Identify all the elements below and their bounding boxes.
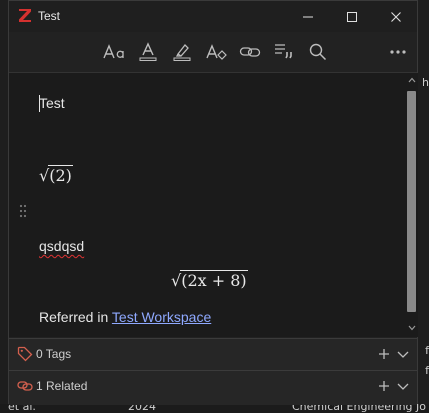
note-window: Test Test √(2) qsdqsd √(2x + 8) Referred… bbox=[8, 0, 418, 405]
add-tag-button[interactable] bbox=[377, 346, 391, 362]
referred-prefix: Referred in bbox=[39, 309, 112, 325]
editor-toolbar bbox=[9, 32, 417, 73]
minimize-icon bbox=[303, 16, 313, 17]
insert-link-icon bbox=[239, 47, 261, 57]
window-title: Test bbox=[38, 9, 61, 23]
clear-formatting-button[interactable] bbox=[203, 40, 229, 64]
background-bottom-row: et al. 2024 Chemical Engineering Jo bbox=[0, 404, 429, 413]
editor-scrollbar[interactable] bbox=[405, 73, 418, 337]
background-cell: 2024 bbox=[128, 404, 156, 413]
insert-citation-icon bbox=[275, 44, 292, 59]
more-icon bbox=[390, 50, 406, 54]
drag-handle-icon[interactable] bbox=[18, 203, 28, 219]
tags-count: 0 Tags bbox=[36, 347, 72, 361]
text-color-button[interactable] bbox=[135, 40, 161, 64]
highlight-icon bbox=[173, 44, 191, 61]
scroll-down-button[interactable] bbox=[407, 323, 417, 333]
chevron-down-icon[interactable] bbox=[396, 378, 410, 394]
math-equation-1[interactable]: √(2) bbox=[39, 165, 73, 185]
note-heading: Test bbox=[39, 95, 65, 111]
workspace-link[interactable]: Test Workspace bbox=[112, 309, 211, 325]
related-link-icon bbox=[17, 381, 33, 391]
close-button[interactable] bbox=[374, 1, 418, 32]
math-equation-2[interactable]: √(2x + 8) bbox=[171, 270, 248, 290]
add-related-button[interactable] bbox=[377, 378, 391, 394]
insert-citation-button[interactable] bbox=[271, 40, 297, 64]
math-radicand: (2) bbox=[48, 165, 73, 185]
scroll-thumb[interactable] bbox=[407, 91, 416, 312]
scroll-up-button[interactable] bbox=[407, 75, 417, 85]
misspelled-word[interactable]: qsdqsd bbox=[39, 238, 84, 254]
chevron-up-icon bbox=[408, 77, 416, 83]
referred-in-line: Referred in Test Workspace bbox=[39, 309, 211, 325]
note-editor[interactable]: Test √(2) qsdqsd √(2x + 8) Referred in T… bbox=[9, 73, 405, 337]
background-cell: et al. bbox=[8, 404, 36, 413]
background-text: f bbox=[425, 364, 429, 377]
note-paragraph: qsdqsd bbox=[39, 238, 84, 254]
find-replace-button[interactable] bbox=[305, 40, 331, 64]
close-icon bbox=[391, 11, 401, 22]
maximize-icon bbox=[347, 11, 357, 22]
insert-link-button[interactable] bbox=[237, 40, 263, 64]
zotero-z-icon bbox=[19, 9, 31, 22]
title-bar[interactable]: Test bbox=[9, 1, 417, 32]
minimize-button[interactable] bbox=[286, 1, 330, 32]
clear-formatting-icon bbox=[206, 44, 227, 60]
highlight-button[interactable] bbox=[169, 40, 195, 64]
related-count: 1 Related bbox=[36, 379, 88, 393]
maximize-button[interactable] bbox=[330, 1, 374, 32]
text-color-icon bbox=[139, 42, 157, 61]
find-replace-icon bbox=[309, 43, 327, 61]
chevron-down-icon bbox=[408, 325, 416, 331]
background-text: h bbox=[422, 76, 429, 89]
tag-icon bbox=[17, 346, 33, 362]
more-button[interactable] bbox=[385, 40, 411, 64]
background-cell: Chemical Engineering Jo bbox=[292, 404, 427, 413]
text-format-icon bbox=[103, 44, 124, 59]
related-panel[interactable]: 1 Related bbox=[9, 370, 417, 405]
chevron-down-icon[interactable] bbox=[396, 346, 410, 362]
background-text: f bbox=[425, 344, 429, 357]
tags-panel[interactable]: 0 Tags bbox=[9, 338, 417, 370]
math-radicand: (2x + 8) bbox=[180, 270, 248, 290]
text-format-button[interactable] bbox=[101, 40, 127, 64]
